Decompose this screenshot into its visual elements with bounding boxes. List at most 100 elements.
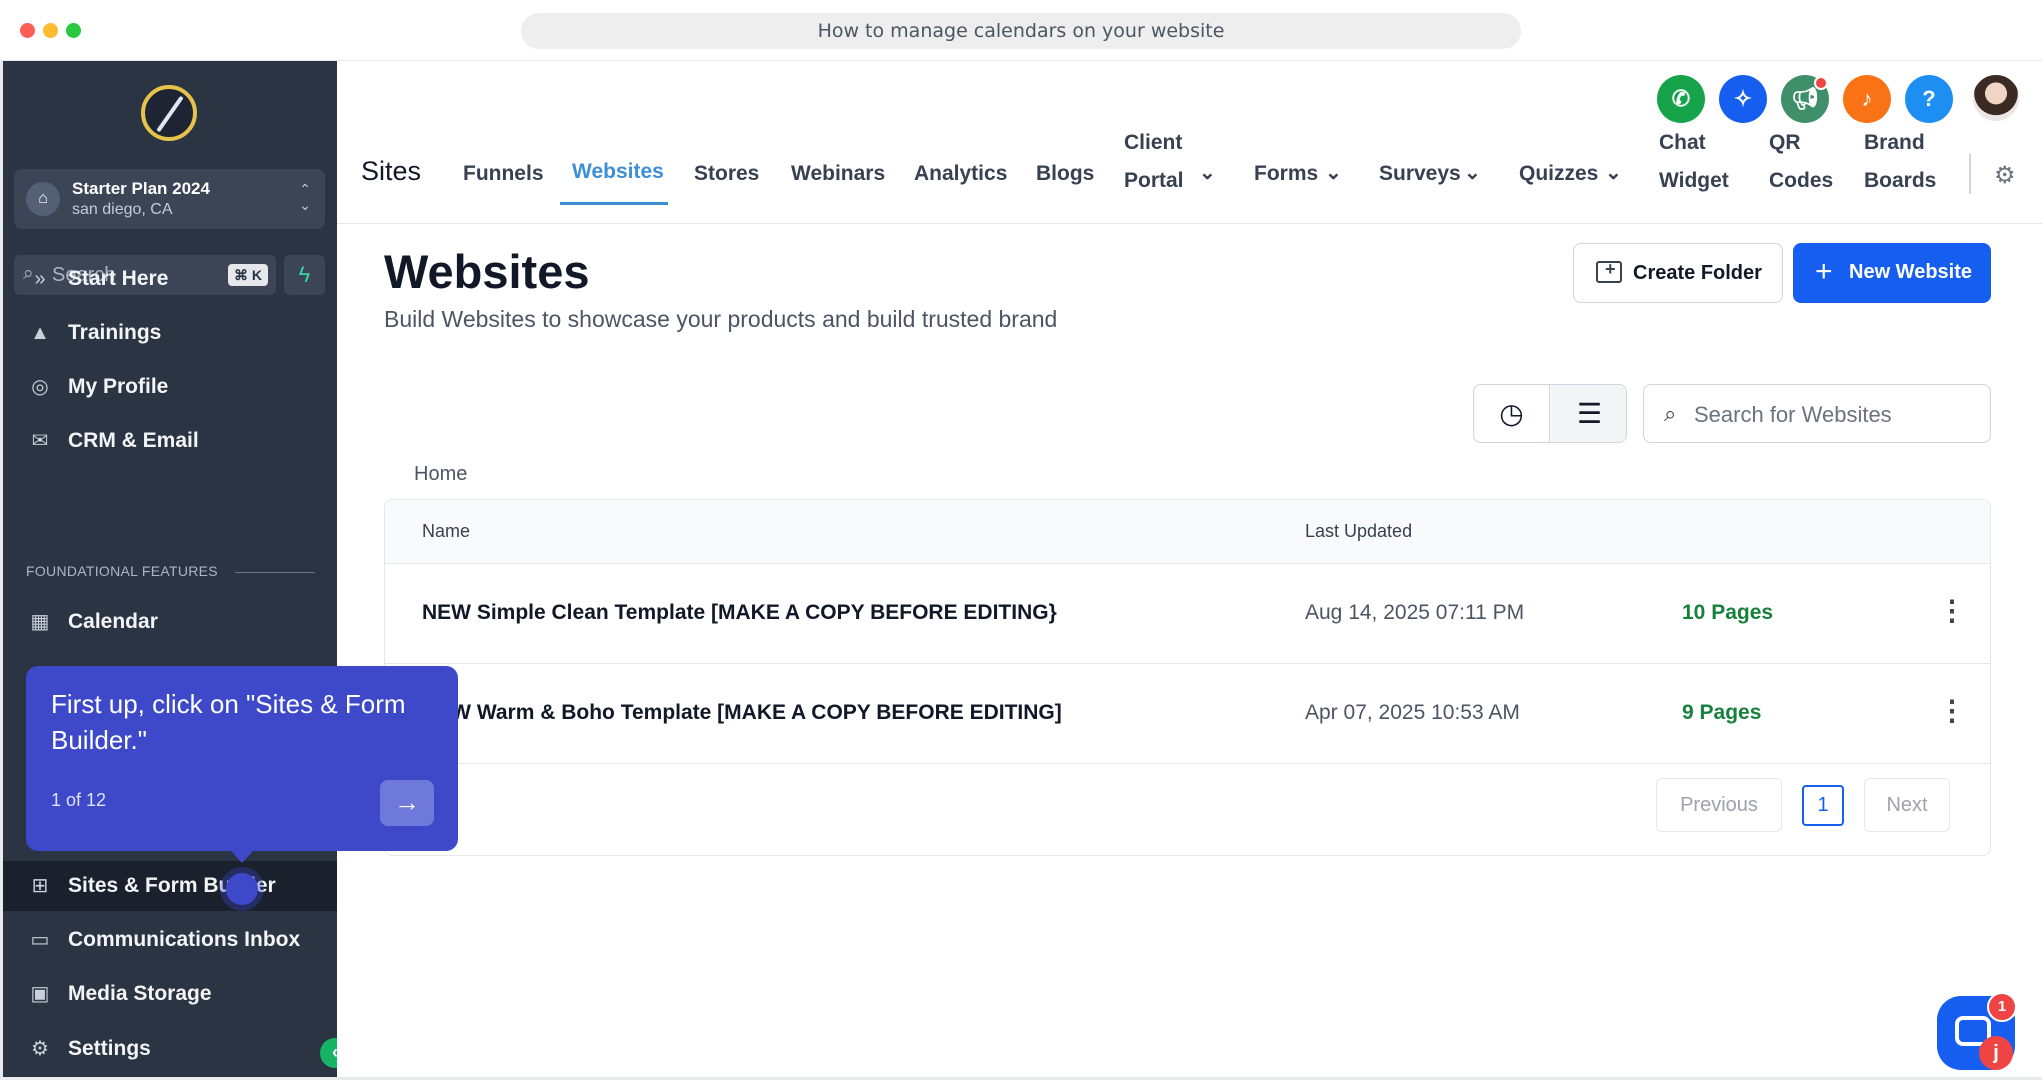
create-folder-button[interactable]: Create Folder	[1573, 243, 1783, 303]
phone-icon[interactable]: ✆	[1657, 75, 1705, 123]
plus-icon: +	[1815, 255, 1833, 288]
window-title: How to manage calendars on your website	[521, 13, 1521, 49]
chevron-down-icon: ⌄	[1464, 162, 1481, 184]
bell-icon[interactable]: ♪	[1843, 75, 1891, 123]
table-row[interactable]: NEW Simple Clean Template [MAKE A COPY B…	[385, 564, 1990, 664]
last-updated: Aug 14, 2025 07:11 PM	[1305, 601, 1525, 624]
top-navigation: ✆ ✧ 📢︎ ♪ ? Sites Funnels Websites Stores…	[337, 61, 2042, 224]
page-count[interactable]: 10 Pages	[1682, 601, 1773, 625]
previous-page-button[interactable]: Previous	[1656, 778, 1782, 832]
minimize-window-button[interactable]	[43, 23, 58, 38]
table-header: Name Last Updated	[385, 500, 1990, 564]
plan-name: Starter Plan 2024	[72, 179, 210, 198]
gear-icon[interactable]: ⚙	[1994, 161, 2016, 190]
tab-forms[interactable]: Forms	[1254, 162, 1318, 186]
chat-widget-button[interactable]: 1 j	[1937, 992, 2017, 1070]
avatar[interactable]	[1971, 73, 2021, 123]
tab-websites[interactable]: Websites	[572, 160, 664, 184]
chat-avatar: j	[1979, 1036, 2013, 1070]
sidebar-item-label: My Profile	[68, 375, 169, 398]
plan-location: san diego, CA	[72, 201, 173, 218]
table-row[interactable]: NEW Warm & Boho Template [MAKE A COPY BE…	[385, 664, 1990, 764]
clock-icon[interactable]: ◷	[1474, 385, 1550, 442]
account-switcher[interactable]: ⌂ Starter Plan 2024 san diego, CA ⌃ ⌄	[14, 169, 325, 229]
inbox-icon: ▭	[30, 929, 50, 951]
list-icon[interactable]: ☰	[1551, 385, 1626, 442]
sidebar-item-my-profile[interactable]: ◎ My Profile	[3, 362, 337, 412]
tab-chat-widget[interactable]: Chat Widget	[1659, 124, 1729, 200]
arrow-right-icon: →	[394, 787, 420, 817]
sidebar-item-label: Trainings	[68, 321, 162, 344]
website-name[interactable]: NEW Simple Clean Template [MAKE A COPY B…	[422, 601, 1057, 625]
next-page-button[interactable]: Next	[1864, 778, 1950, 832]
envelope-open-icon: ✉	[31, 430, 49, 452]
sitemap-icon: ⊞	[31, 875, 49, 897]
maximize-window-button[interactable]	[66, 23, 81, 38]
sidebar-item-label: CRM & Email	[68, 429, 199, 452]
tour-message: First up, click on "Sites & Form Builder…	[51, 689, 406, 755]
tab-webinars[interactable]: Webinars	[791, 162, 885, 186]
page-count[interactable]: 9 Pages	[1682, 701, 1761, 725]
sidebar-item-media-storage[interactable]: ▣ Media Storage	[3, 969, 337, 1005]
calendar-icon: ▦	[30, 611, 50, 633]
sidebar: ⌂ Starter Plan 2024 san diego, CA ⌃ ⌄ ⌕ S…	[3, 61, 337, 1077]
sidebar-item-label: Settings	[68, 1037, 151, 1060]
column-header-name: Name	[422, 521, 471, 541]
graduation-cap-icon: ▲	[30, 322, 50, 344]
tooltip-pointer	[231, 851, 253, 863]
sidebar-item-trainings[interactable]: ▲ Trainings	[3, 308, 337, 358]
sidebar-item-label: Communications Inbox	[68, 928, 301, 951]
sparkle-icon[interactable]: ✧	[1719, 75, 1767, 123]
tab-blogs[interactable]: Blogs	[1036, 162, 1094, 186]
sidebar-item-settings[interactable]: ⚙ Settings	[3, 1024, 337, 1074]
sidebar-item-crm-email[interactable]: ✉ CRM & Email	[3, 416, 337, 466]
active-tab-indicator	[560, 202, 668, 205]
chevron-up-down-icon: ⌃ ⌄	[299, 181, 311, 213]
tab-stores[interactable]: Stores	[694, 162, 759, 186]
tour-next-button[interactable]: →	[380, 780, 434, 826]
tab-brand-boards[interactable]: Brand Boards	[1864, 124, 1936, 200]
page-title: Websites	[384, 245, 590, 298]
sidebar-item-label: Calendar	[68, 610, 158, 633]
section-heading: FOUNDATIONAL FEATURES	[26, 563, 218, 579]
tab-quizzes[interactable]: Quizzes	[1519, 162, 1598, 186]
help-icon[interactable]: ?	[1905, 75, 1953, 123]
more-options-icon[interactable]: ⋮	[1938, 594, 1966, 628]
breadcrumb[interactable]: Home	[414, 463, 467, 486]
sidebar-item-calendar[interactable]: ▦ Calendar	[3, 597, 337, 647]
gear-icon: ⚙	[31, 1038, 49, 1060]
tour-hotspot[interactable]	[226, 873, 258, 905]
column-header-last-updated: Last Updated	[1305, 521, 1413, 541]
tour-step-counter: 1 of 12	[51, 790, 107, 810]
main-content: ✆ ✧ 📢︎ ♪ ? Sites Funnels Websites Stores…	[337, 61, 2042, 1077]
megaphone-icon[interactable]: 📢︎	[1781, 75, 1829, 123]
image-icon: ▣	[30, 983, 50, 1005]
last-updated: Apr 07, 2025 10:53 AM	[1305, 701, 1520, 724]
current-page-button[interactable]: 1	[1802, 785, 1844, 826]
folder-plus-icon	[1596, 259, 1622, 283]
search-placeholder: Search for Websites	[1694, 402, 1892, 427]
sidebar-item-label: Start Here	[68, 267, 169, 290]
notification-badge: 1	[1987, 992, 2017, 1022]
website-name[interactable]: NEW Warm & Boho Template [MAKE A COPY BE…	[422, 701, 1062, 725]
sidebar-item-communications-inbox[interactable]: ▭ Communications Inbox	[3, 915, 337, 965]
logo-icon[interactable]	[141, 85, 197, 141]
tab-funnels[interactable]: Funnels	[463, 162, 544, 186]
chevron-down-icon: ⌄	[1605, 162, 1622, 184]
sidebar-item-start-here[interactable]: » Start Here	[3, 254, 337, 304]
tab-analytics[interactable]: Analytics	[914, 162, 1007, 186]
websites-table: Name Last Updated NEW Simple Clean Templ…	[384, 499, 1991, 856]
tab-surveys[interactable]: Surveys	[1379, 162, 1461, 186]
sidebar-item-sites-form-builder[interactable]: ⊞ Sites & Form Builder	[3, 861, 337, 911]
tab-client-portal[interactable]: Client Portal	[1124, 124, 1184, 200]
tab-qr-codes[interactable]: QR Codes	[1769, 124, 1833, 200]
page-subtitle: Build Websites to showcase your products…	[384, 306, 1058, 332]
website-search-input[interactable]: ⌕ Search for Websites	[1643, 384, 1991, 443]
more-options-icon[interactable]: ⋮	[1938, 694, 1966, 728]
close-window-button[interactable]	[20, 23, 35, 38]
tour-tooltip: First up, click on "Sites & Form Builder…	[26, 666, 458, 851]
section-divider	[235, 572, 315, 573]
new-website-button[interactable]: + New Website	[1793, 243, 1991, 303]
divider	[1969, 154, 1971, 194]
double-chevron-icon: »	[34, 268, 46, 290]
